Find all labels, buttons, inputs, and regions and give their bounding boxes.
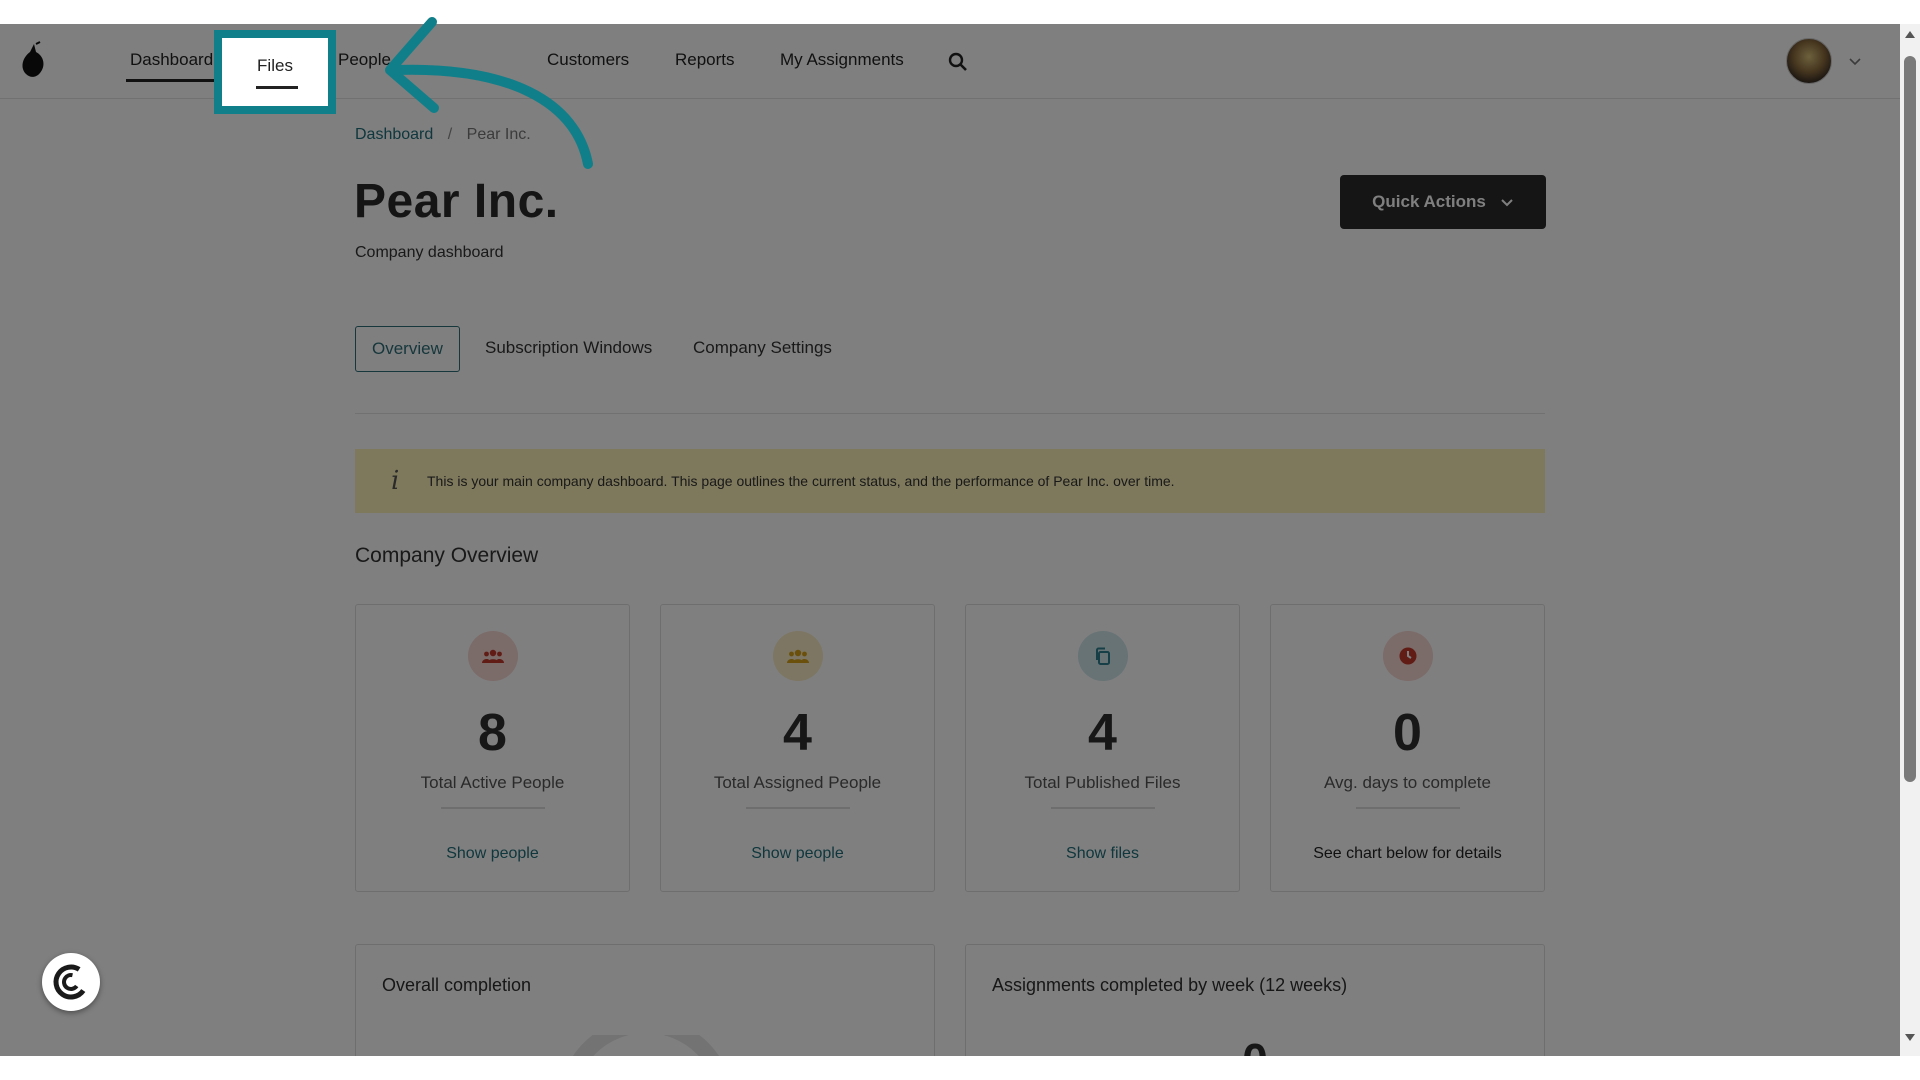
clock-icon [1383,631,1433,681]
scroll-up-arrow-icon[interactable] [1903,28,1917,42]
stat-label: Total Assigned People [713,773,882,792]
tab-company-settings[interactable]: Company Settings [693,326,832,370]
quick-actions-button[interactable]: Quick Actions [1340,175,1546,229]
chart-hint-text: See chart below for details [1313,845,1502,862]
weekly-assignments-panel: Assignments completed by week (12 weeks)… [965,944,1545,1056]
pear-logo-icon[interactable] [18,40,50,80]
scrollbar-thumb[interactable] [1904,56,1916,782]
copy-files-icon [1078,631,1128,681]
app-window: Dashboard People Customers Reports My As… [0,24,1920,1056]
page-title: Pear Inc. [354,175,559,228]
divider [1356,807,1460,809]
show-files-link[interactable]: Show files [966,845,1239,863]
divider [355,413,1545,414]
chat-launcher-button[interactable] [42,953,100,1011]
scroll-down-arrow-icon[interactable] [1903,1030,1917,1044]
stat-value: 4 [783,704,812,762]
info-icon: i [391,466,400,496]
show-people-link[interactable]: Show people [661,845,934,863]
search-icon[interactable] [946,50,970,74]
info-banner-text: This is your main company dashboard. Thi… [427,473,1175,489]
chat-logo-icon [53,964,89,1000]
active-underline [256,86,298,89]
stat-label: Total Active People [420,773,565,792]
stat-value: 0 [1393,704,1422,762]
people-icon [773,631,823,681]
stat-value: 4 [1088,704,1117,762]
highlight-box: Files [214,30,336,114]
people-icon [468,631,518,681]
user-avatar[interactable] [1786,38,1832,84]
quick-actions-label: Quick Actions [1372,192,1486,211]
tab-subscription-windows[interactable]: Subscription Windows [485,326,652,370]
weekly-assignments-value: 0 [966,1033,1544,1056]
completion-gauge [573,1035,719,1056]
stat-card-active-people: 8 Total Active People Show people [355,604,630,892]
overall-completion-panel: Overall completion [355,944,935,1056]
stat-value: 8 [478,704,507,762]
divider [746,807,850,809]
tab-overview[interactable]: Overview [355,326,460,372]
nav-my-assignments[interactable]: My Assignments [780,50,904,70]
nav-reports[interactable]: Reports [675,50,735,70]
page-subtitle: Company dashboard [355,244,504,261]
stat-label: Avg. days to complete [1324,773,1491,792]
nav-dashboard[interactable]: Dashboard [125,50,218,82]
chevron-down-icon[interactable] [1848,54,1862,68]
panel-title: Overall completion [382,975,532,995]
divider [1051,807,1155,809]
chevron-down-icon [1501,199,1513,207]
curved-arrow-icon [385,17,593,169]
divider [441,807,545,809]
panel-title: Assignments completed by week (12 weeks) [992,975,1348,995]
stat-label: Total Published Files [1024,773,1181,792]
company-overview-title: Company Overview [355,544,539,567]
stat-card-avg-days: 0 Avg. days to complete See chart below … [1270,604,1545,892]
nav-files[interactable]: Files [222,56,328,76]
stat-card-assigned-people: 4 Total Assigned People Show people [660,604,935,892]
stat-card-published-files: 4 Total Published Files Show files [965,604,1240,892]
info-banner: i This is your main company dashboard. T… [355,449,1545,513]
show-people-link[interactable]: Show people [356,845,629,863]
